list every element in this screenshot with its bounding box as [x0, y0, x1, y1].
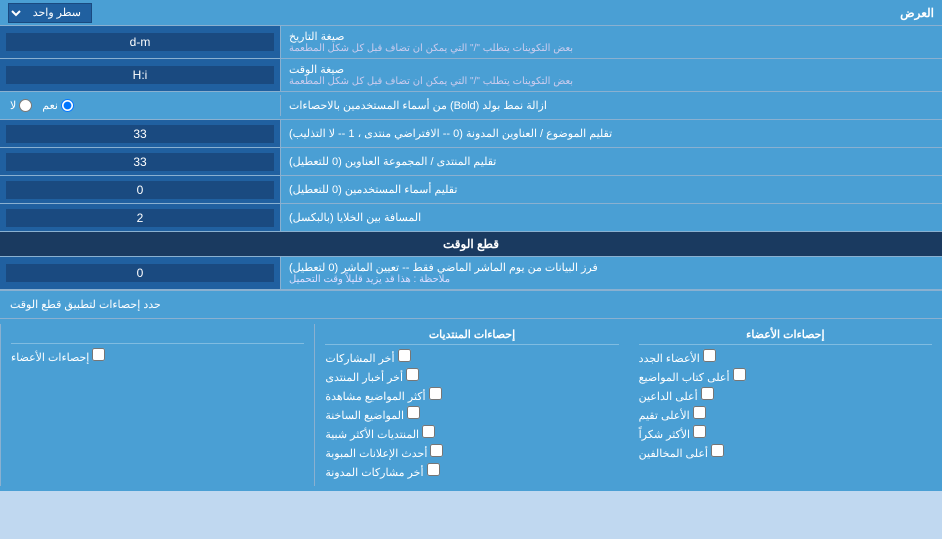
most-similar-forums-checkbox[interactable]	[422, 425, 435, 438]
most-viewed-label[interactable]: أكثر المواضيع مشاهدة	[325, 387, 441, 403]
date-format-sublabel: بعض التكوينات يتطلب "/" التي يمكن ان تضا…	[289, 43, 573, 54]
users-names-input[interactable]	[6, 181, 274, 199]
checkbox-last-posts: أخر المشاركات	[325, 349, 618, 365]
checkbox-most-similar-forums: المنتديات الأكثر شبية	[325, 425, 618, 441]
time-cut-note: ملاحظة : هذا قد يزيد قليلاً وقت التحميل	[289, 274, 450, 285]
bold-remove-row: ازالة نمط بولد (Bold) من أسماء المستخدمي…	[0, 92, 942, 120]
forum-trim-label: تقليم المنتدى / المجموعة العناوين (0 للت…	[280, 148, 942, 175]
time-cut-input-container	[0, 257, 280, 289]
checkbox-most-viewed: أكثر المواضيع مشاهدة	[325, 387, 618, 403]
new-members-checkbox[interactable]	[703, 349, 716, 362]
subject-trim-row: تقليم الموضوع / العناوين المدونة (0 -- ا…	[0, 120, 942, 148]
section-divider: قطع الوقت	[0, 232, 942, 257]
cell-distance-input-container	[0, 204, 280, 231]
display-select[interactable]: سطر واحد سطران ثلاثة أسطر	[8, 3, 92, 23]
time-format-main-label: صيغة الوقت	[289, 63, 344, 76]
header-row: العرض سطر واحد سطران ثلاثة أسطر	[0, 0, 942, 26]
hot-topics-label[interactable]: المواضيع الساخنة	[325, 406, 420, 422]
date-format-input-container	[0, 26, 280, 58]
checkbox-top-violators: أعلى المخالفين	[639, 444, 932, 460]
checkbox-top-inviters: أعلى الداعين	[639, 387, 932, 403]
top-writers-checkbox[interactable]	[733, 368, 746, 381]
checkbox-top-writers: أعلى كتاب المواضيع	[639, 368, 932, 384]
top-inviters-label[interactable]: أعلى الداعين	[639, 387, 714, 403]
new-members-label[interactable]: الأعضاء الجدد	[639, 349, 716, 365]
bold-remove-no-radio[interactable]	[19, 99, 32, 112]
bottom-header-label: حدد إحصاءات لتطبيق قطع الوقت	[0, 291, 942, 318]
top-violators-checkbox[interactable]	[711, 444, 724, 457]
checkbox-new-members: الأعضاء الجدد	[639, 349, 932, 365]
time-cut-row: فرز البيانات من يوم الماشر الماضي فقط --…	[0, 257, 942, 290]
cell-distance-label: المسافة بين الخلايا (بالبكسل)	[280, 204, 942, 231]
header-title: العرض	[900, 6, 934, 20]
main-container: العرض سطر واحد سطران ثلاثة أسطر صيغة الت…	[0, 0, 942, 491]
checkbox-hot-topics: المواضيع الساخنة	[325, 406, 618, 422]
bold-remove-yes-radio[interactable]	[61, 99, 74, 112]
time-cut-label: فرز البيانات من يوم الماشر الماضي فقط --…	[280, 257, 942, 289]
bold-remove-radio-section: نعم لا	[0, 95, 280, 116]
member-stats-checkbox[interactable]	[92, 348, 105, 361]
checkbox-latest-classifieds: أحدث الإعلانات المبوبة	[325, 444, 618, 460]
time-format-row: صيغة الوقت بعض التكوينات يتطلب "/" التي …	[0, 59, 942, 92]
cell-distance-input[interactable]	[6, 209, 274, 227]
time-format-input-container	[0, 59, 280, 91]
col3-header: إحصاءات الأعضاء	[639, 328, 932, 345]
bold-remove-no-label[interactable]: لا	[10, 99, 32, 112]
bottom-header: حدد إحصاءات لتطبيق قطع الوقت	[0, 291, 942, 319]
checkbox-last-blog-posts: أخر مشاركات المدونة	[325, 463, 618, 479]
top-rated-checkbox[interactable]	[693, 406, 706, 419]
last-blog-posts-checkbox[interactable]	[427, 463, 440, 476]
col2-header: إحصاءات المنتديات	[325, 328, 618, 345]
subject-trim-input-container	[0, 120, 280, 147]
checkbox-area: إحصاءات الأعضاء الأعضاء الجدد أعلى كتاب …	[0, 319, 942, 491]
top-rated-label[interactable]: الأعلى تقيم	[639, 406, 706, 422]
users-names-row: تقليم أسماء المستخدمين (0 للتعطيل)	[0, 176, 942, 204]
time-format-input[interactable]	[6, 66, 274, 84]
top-violators-label[interactable]: أعلى المخالفين	[639, 444, 724, 460]
bold-remove-yes-label[interactable]: نعم	[42, 99, 74, 112]
date-format-input[interactable]	[6, 33, 274, 51]
date-format-main-label: صيغة التاريخ	[289, 30, 344, 43]
checkbox-last-news: أخر أخبار المنتدى	[325, 368, 618, 384]
cell-distance-row: المسافة بين الخلايا (بالبكسل)	[0, 204, 942, 232]
latest-classifieds-label[interactable]: أحدث الإعلانات المبوبة	[325, 444, 443, 460]
checkbox-member-stats: إحصاءات الأعضاء	[11, 348, 304, 364]
subject-trim-label: تقليم الموضوع / العناوين المدونة (0 -- ا…	[280, 120, 942, 147]
member-stats-label[interactable]: إحصاءات الأعضاء	[11, 348, 105, 364]
hot-topics-checkbox[interactable]	[407, 406, 420, 419]
most-thanks-checkbox[interactable]	[693, 425, 706, 438]
most-viewed-checkbox[interactable]	[429, 387, 442, 400]
checkbox-top-rated: الأعلى تقيم	[639, 406, 932, 422]
last-news-checkbox[interactable]	[406, 368, 419, 381]
time-format-label: صيغة الوقت بعض التكوينات يتطلب "/" التي …	[280, 59, 942, 91]
bold-remove-label: ازالة نمط بولد (Bold) من أسماء المستخدمي…	[280, 95, 942, 116]
users-names-label: تقليم أسماء المستخدمين (0 للتعطيل)	[280, 176, 942, 203]
time-cut-input[interactable]	[6, 264, 274, 282]
most-similar-forums-label[interactable]: المنتديات الأكثر شبية	[325, 425, 435, 441]
last-blog-posts-label[interactable]: أخر مشاركات المدونة	[325, 463, 439, 479]
subject-trim-input[interactable]	[6, 125, 274, 143]
last-news-label[interactable]: أخر أخبار المنتدى	[325, 368, 419, 384]
checkbox-col-general: إحصاءات الأعضاء	[0, 324, 314, 486]
checkbox-col-members-stats: إحصاءات الأعضاء الأعضاء الجدد أعلى كتاب …	[629, 324, 942, 486]
checkbox-col-forums-stats: إحصاءات المنتديات أخر المشاركات أخر أخبا…	[314, 324, 628, 486]
checkbox-most-thanks: الأكثر شكراً	[639, 425, 932, 441]
latest-classifieds-checkbox[interactable]	[430, 444, 443, 457]
last-posts-checkbox[interactable]	[398, 349, 411, 362]
forum-trim-input-container	[0, 148, 280, 175]
time-cut-main-label: فرز البيانات من يوم الماشر الماضي فقط --…	[289, 261, 598, 274]
users-names-input-container	[0, 176, 280, 203]
date-format-label: صيغة التاريخ بعض التكوينات يتطلب "/" الت…	[280, 26, 942, 58]
most-thanks-label[interactable]: الأكثر شكراً	[639, 425, 706, 441]
forum-trim-input[interactable]	[6, 153, 274, 171]
bottom-section: حدد إحصاءات لتطبيق قطع الوقت إحصاءات الأ…	[0, 290, 942, 491]
top-inviters-checkbox[interactable]	[701, 387, 714, 400]
top-writers-label[interactable]: أعلى كتاب المواضيع	[639, 368, 746, 384]
col1-header	[11, 328, 304, 344]
last-posts-label[interactable]: أخر المشاركات	[325, 349, 410, 365]
date-format-row: صيغة التاريخ بعض التكوينات يتطلب "/" الت…	[0, 26, 942, 59]
time-format-sublabel: بعض التكوينات يتطلب "/" التي يمكن ان تضا…	[289, 76, 573, 87]
forum-trim-row: تقليم المنتدى / المجموعة العناوين (0 للت…	[0, 148, 942, 176]
